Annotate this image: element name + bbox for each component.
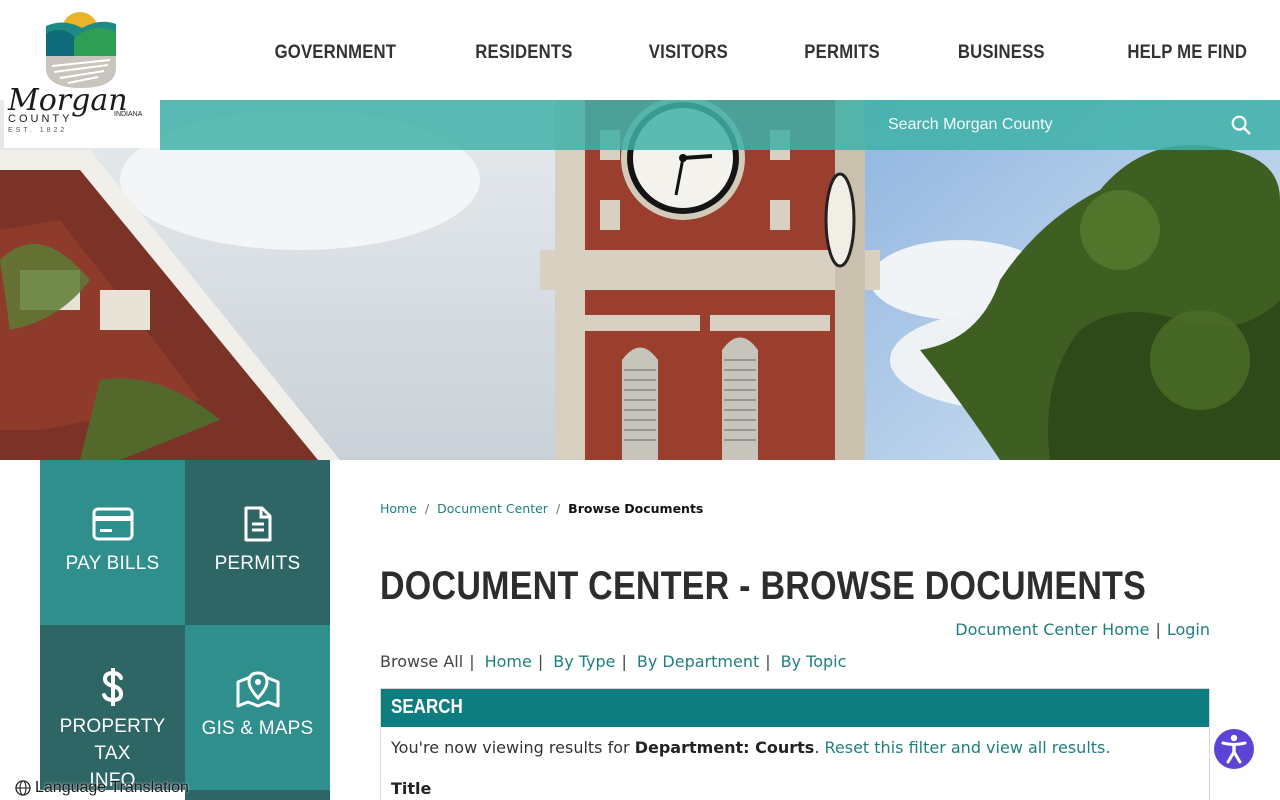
search-panel-heading: SEARCH	[381, 689, 1209, 727]
tile-property-tax-info[interactable]: PROPERTY TAX INFO	[40, 625, 185, 791]
accessibility-button[interactable]	[1214, 729, 1254, 769]
breadcrumb-document-center[interactable]: Document Center	[437, 501, 548, 516]
language-translation-label: Language Translation	[35, 779, 189, 796]
link-separator: |	[1155, 620, 1161, 639]
tile-partial[interactable]	[185, 790, 330, 800]
browse-home-link[interactable]: Home	[485, 652, 532, 671]
link-separator: |	[469, 652, 475, 671]
tile-permits[interactable]: PERMITS	[185, 460, 330, 625]
browse-by-department-link[interactable]: By Department	[637, 652, 759, 671]
breadcrumb: Home / Document Center / Browse Documents	[380, 501, 703, 516]
courthouse-photo-icon	[0, 100, 1280, 460]
tile-label: GIS & MAPS	[201, 718, 314, 739]
link-separator: |	[765, 652, 771, 671]
credit-card-icon	[92, 507, 133, 541]
filter-period: .	[814, 738, 825, 757]
globe-icon	[15, 780, 31, 796]
breadcrumb-current: Browse Documents	[568, 501, 704, 516]
tile-label: PAY BILLS	[65, 553, 160, 574]
nav-permits[interactable]: PERMITS	[747, 42, 881, 64]
tile-label-line1: PROPERTY TAX	[59, 716, 166, 764]
browse-all-label: Browse All	[380, 652, 464, 671]
svg-text:COUNTY: COUNTY	[8, 113, 72, 125]
svg-text:EST. 1822: EST. 1822	[8, 127, 67, 134]
link-separator: |	[621, 652, 627, 671]
login-link[interactable]: Login	[1167, 620, 1210, 639]
map-pin-icon	[236, 671, 279, 708]
reset-filter-link[interactable]: Reset this filter and view all results.	[825, 738, 1111, 757]
document-center-home-link[interactable]: Document Center Home	[955, 620, 1149, 639]
dollar-icon	[101, 668, 123, 706]
page-title: DOCUMENT CENTER - BROWSE DOCUMENTS	[380, 564, 1147, 608]
morgan-county-logo-icon: Morgan COUNTY INDIANA EST. 1822	[7, 12, 143, 134]
tile-gis-maps[interactable]: GIS & MAPS	[185, 625, 330, 790]
link-separator: |	[537, 652, 544, 671]
tile-label: PERMITS	[214, 553, 301, 574]
browse-links: Browse All | Home | By Type | By Department | By…	[380, 652, 846, 671]
nav-visitors[interactable]: VISITORS	[591, 42, 728, 64]
search-icon[interactable]	[1230, 114, 1252, 136]
browse-by-topic-link[interactable]: By Topic	[781, 652, 847, 671]
search-heading-text: SEARCH	[391, 696, 463, 718]
viewing-results-text: You're now viewing results for	[391, 738, 635, 757]
nav-government[interactable]: GOVERNMENT	[274, 42, 396, 64]
search-input[interactable]	[888, 110, 1228, 140]
search-panel: SEARCH You're now viewing results for De…	[380, 688, 1210, 800]
site-search-bar	[160, 100, 1280, 150]
document-center-links: Document Center Home | Login	[955, 620, 1210, 639]
tile-pay-bills[interactable]: PAY BILLS	[40, 460, 185, 625]
active-filter: Department: Courts	[634, 738, 815, 757]
browse-by-type-link[interactable]: By Type	[553, 652, 615, 671]
search-panel-body: You're now viewing results for Departmen…	[381, 727, 1209, 768]
title-field-label: Title	[391, 779, 432, 798]
breadcrumb-home[interactable]: Home	[380, 501, 417, 516]
nav-help-me-find[interactable]: HELP ME FIND	[1069, 42, 1247, 64]
site-header: GOVERNMENT RESIDENTS VISITORS PERMITS BU…	[0, 0, 1280, 100]
nav-business[interactable]: BUSINESS	[900, 42, 1045, 64]
breadcrumb-separator: /	[555, 501, 561, 516]
hero-image	[0, 100, 1280, 460]
main-nav: GOVERNMENT RESIDENTS VISITORS PERMITS BU…	[258, 42, 1247, 64]
site-logo[interactable]: Morgan COUNTY INDIANA EST. 1822	[4, 8, 160, 148]
accessibility-icon	[1221, 734, 1247, 764]
document-icon	[244, 506, 271, 542]
breadcrumb-separator: /	[424, 501, 430, 516]
svg-text:INDIANA: INDIANA	[114, 111, 143, 118]
quick-links: PAY BILLS PERMITS PROPERTY TAX INFO GIS …	[40, 460, 330, 800]
nav-residents[interactable]: RESIDENTS	[417, 42, 572, 64]
language-translation[interactable]: Language Translation	[15, 779, 189, 797]
